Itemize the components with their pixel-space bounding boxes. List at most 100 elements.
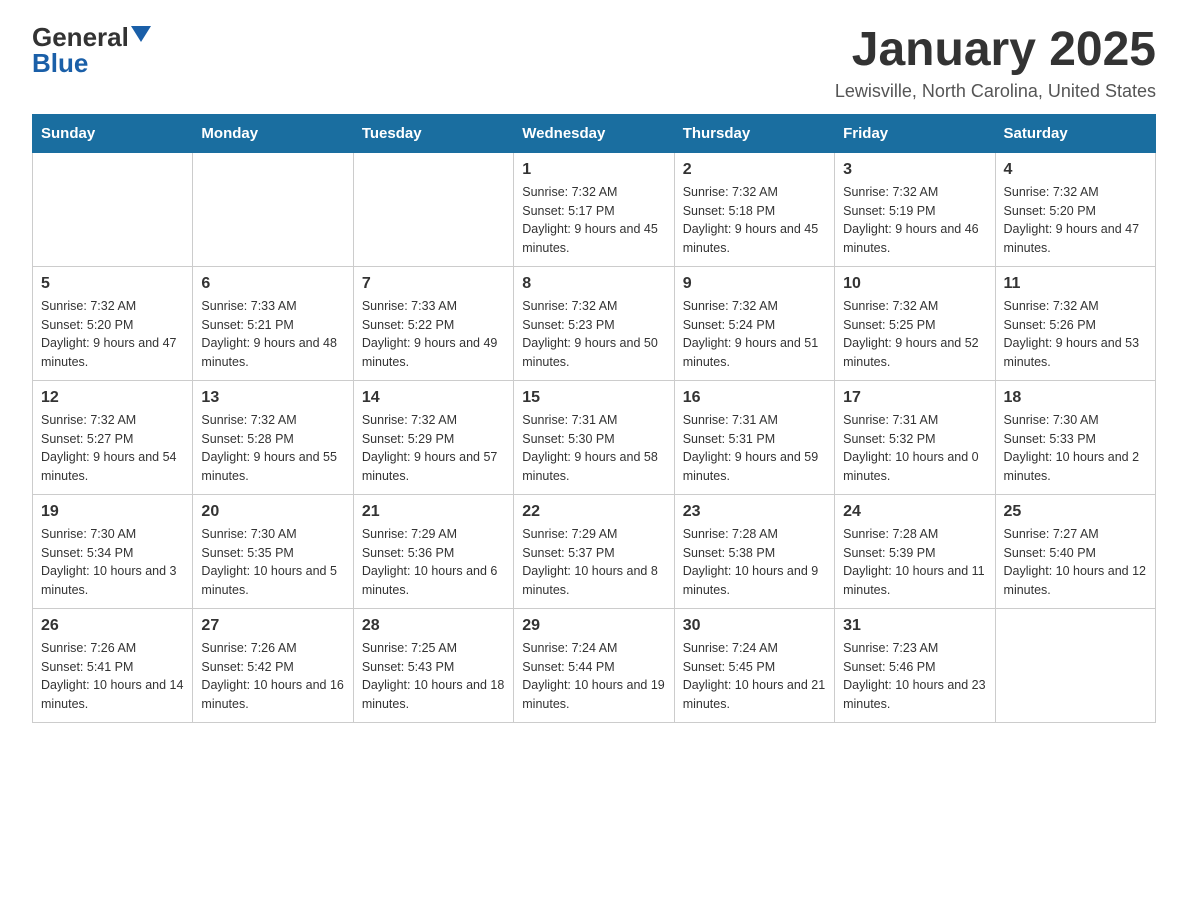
- calendar-week-1: 1 Sunrise: 7:32 AMSunset: 5:17 PMDaylight…: [33, 152, 1156, 266]
- day-info: Sunrise: 7:27 AMSunset: 5:40 PMDaylight:…: [1004, 525, 1147, 600]
- day-number: 1: [522, 161, 665, 179]
- calendar-cell: 25 Sunrise: 7:27 AMSunset: 5:40 PMDayligh…: [995, 494, 1155, 608]
- calendar-cell: 26Sunrise: 7:26 AMSunset: 5:41 PMDayligh…: [33, 608, 193, 722]
- day-info: Sunrise: 7:32 AMSunset: 5:18 PMDaylight:…: [683, 183, 826, 258]
- calendar-header: SundayMondayTuesdayWednesdayThursdayFrid…: [33, 114, 1156, 152]
- day-number: 17: [843, 389, 986, 407]
- day-info: Sunrise: 7:25 AMSunset: 5:43 PMDaylight:…: [362, 639, 505, 714]
- calendar-week-4: 19 Sunrise: 7:30 AMSunset: 5:34 PMDayligh…: [33, 494, 1156, 608]
- day-number: 31: [843, 617, 986, 635]
- logo-triangle-icon: [131, 26, 151, 42]
- day-number: 11: [1004, 275, 1147, 293]
- day-info: Sunrise: 7:32 AMSunset: 5:20 PMDaylight:…: [41, 297, 184, 372]
- logo-blue-text: Blue: [32, 48, 88, 78]
- day-info: Sunrise: 7:32 AMSunset: 5:19 PMDaylight:…: [843, 183, 986, 258]
- calendar-cell: 30Sunrise: 7:24 AMSunset: 5:45 PMDayligh…: [674, 608, 834, 722]
- day-info: Sunrise: 7:28 AMSunset: 5:38 PMDaylight:…: [683, 525, 826, 600]
- day-number: 25: [1004, 503, 1147, 521]
- day-info: Sunrise: 7:24 AMSunset: 5:44 PMDaylight:…: [522, 639, 665, 714]
- day-info: Sunrise: 7:32 AMSunset: 5:29 PMDaylight:…: [362, 411, 505, 486]
- day-number: 7: [362, 275, 505, 293]
- day-number: 19: [41, 503, 184, 521]
- day-number: 23: [683, 503, 826, 521]
- calendar-cell: 15 Sunrise: 7:31 AMSunset: 5:30 PMDayligh…: [514, 380, 674, 494]
- day-info: Sunrise: 7:32 AMSunset: 5:26 PMDaylight:…: [1004, 297, 1147, 372]
- day-number: 16: [683, 389, 826, 407]
- weekday-header-wednesday: Wednesday: [514, 114, 674, 152]
- calendar-cell: 18Sunrise: 7:30 AMSunset: 5:33 PMDayligh…: [995, 380, 1155, 494]
- weekday-header-thursday: Thursday: [674, 114, 834, 152]
- calendar-cell: 3 Sunrise: 7:32 AMSunset: 5:19 PMDaylight…: [835, 152, 995, 266]
- day-number: 27: [201, 617, 344, 635]
- calendar-cell: 11 Sunrise: 7:32 AMSunset: 5:26 PMDayligh…: [995, 266, 1155, 380]
- day-number: 24: [843, 503, 986, 521]
- day-info: Sunrise: 7:28 AMSunset: 5:39 PMDaylight:…: [843, 525, 986, 600]
- day-info: Sunrise: 7:23 AMSunset: 5:46 PMDaylight:…: [843, 639, 986, 714]
- day-info: Sunrise: 7:32 AMSunset: 5:24 PMDaylight:…: [683, 297, 826, 372]
- calendar-cell: 20Sunrise: 7:30 AMSunset: 5:35 PMDayligh…: [193, 494, 353, 608]
- calendar-cell: [33, 152, 193, 266]
- weekday-header-tuesday: Tuesday: [353, 114, 513, 152]
- page-header: General Blue January 2025 Lewisville, No…: [32, 24, 1156, 102]
- calendar-table: SundayMondayTuesdayWednesdayThursdayFrid…: [32, 114, 1156, 723]
- day-info: Sunrise: 7:26 AMSunset: 5:42 PMDaylight:…: [201, 639, 344, 714]
- logo: General Blue: [32, 24, 151, 76]
- day-info: Sunrise: 7:30 AMSunset: 5:33 PMDaylight:…: [1004, 411, 1147, 486]
- calendar-cell: 7 Sunrise: 7:33 AMSunset: 5:22 PMDaylight…: [353, 266, 513, 380]
- calendar-cell: 12 Sunrise: 7:32 AMSunset: 5:27 PMDayligh…: [33, 380, 193, 494]
- day-info: Sunrise: 7:30 AMSunset: 5:34 PMDaylight:…: [41, 525, 184, 600]
- day-number: 10: [843, 275, 986, 293]
- calendar-cell: 6 Sunrise: 7:33 AMSunset: 5:21 PMDaylight…: [193, 266, 353, 380]
- calendar-cell: [995, 608, 1155, 722]
- weekday-header-saturday: Saturday: [995, 114, 1155, 152]
- calendar-cell: 10Sunrise: 7:32 AMSunset: 5:25 PMDayligh…: [835, 266, 995, 380]
- day-info: Sunrise: 7:24 AMSunset: 5:45 PMDaylight:…: [683, 639, 826, 714]
- day-number: 6: [201, 275, 344, 293]
- calendar-cell: 2Sunrise: 7:32 AMSunset: 5:18 PMDaylight…: [674, 152, 834, 266]
- calendar-cell: 31 Sunrise: 7:23 AMSunset: 5:46 PMDayligh…: [835, 608, 995, 722]
- calendar-cell: 5Sunrise: 7:32 AMSunset: 5:20 PMDaylight…: [33, 266, 193, 380]
- title-block: January 2025 Lewisville, North Carolina,…: [835, 24, 1156, 102]
- day-info: Sunrise: 7:32 AMSunset: 5:17 PMDaylight:…: [522, 183, 665, 258]
- day-number: 8: [522, 275, 665, 293]
- calendar-cell: [193, 152, 353, 266]
- day-number: 12: [41, 389, 184, 407]
- day-info: Sunrise: 7:31 AMSunset: 5:31 PMDaylight:…: [683, 411, 826, 486]
- day-number: 14: [362, 389, 505, 407]
- day-number: 15: [522, 389, 665, 407]
- calendar-cell: 14 Sunrise: 7:32 AMSunset: 5:29 PMDayligh…: [353, 380, 513, 494]
- day-info: Sunrise: 7:33 AMSunset: 5:22 PMDaylight:…: [362, 297, 505, 372]
- calendar-cell: 9Sunrise: 7:32 AMSunset: 5:24 PMDaylight…: [674, 266, 834, 380]
- calendar-cell: 21Sunrise: 7:29 AMSunset: 5:36 PMDayligh…: [353, 494, 513, 608]
- weekday-header-monday: Monday: [193, 114, 353, 152]
- day-info: Sunrise: 7:26 AMSunset: 5:41 PMDaylight:…: [41, 639, 184, 714]
- day-number: 21: [362, 503, 505, 521]
- calendar-cell: 22Sunrise: 7:29 AMSunset: 5:37 PMDayligh…: [514, 494, 674, 608]
- day-info: Sunrise: 7:31 AMSunset: 5:30 PMDaylight:…: [522, 411, 665, 486]
- calendar-week-3: 12 Sunrise: 7:32 AMSunset: 5:27 PMDayligh…: [33, 380, 1156, 494]
- calendar-cell: 17 Sunrise: 7:31 AMSunset: 5:32 PMDayligh…: [835, 380, 995, 494]
- subtitle: Lewisville, North Carolina, United State…: [835, 81, 1156, 102]
- day-number: 29: [522, 617, 665, 635]
- calendar-cell: 29 Sunrise: 7:24 AMSunset: 5:44 PMDayligh…: [514, 608, 674, 722]
- day-info: Sunrise: 7:32 AMSunset: 5:28 PMDaylight:…: [201, 411, 344, 486]
- calendar-body: 1 Sunrise: 7:32 AMSunset: 5:17 PMDaylight…: [33, 152, 1156, 722]
- day-info: Sunrise: 7:32 AMSunset: 5:23 PMDaylight:…: [522, 297, 665, 372]
- calendar-cell: 28Sunrise: 7:25 AMSunset: 5:43 PMDayligh…: [353, 608, 513, 722]
- day-info: Sunrise: 7:33 AMSunset: 5:21 PMDaylight:…: [201, 297, 344, 372]
- calendar-cell: [353, 152, 513, 266]
- calendar-week-2: 5Sunrise: 7:32 AMSunset: 5:20 PMDaylight…: [33, 266, 1156, 380]
- day-info: Sunrise: 7:32 AMSunset: 5:27 PMDaylight:…: [41, 411, 184, 486]
- day-number: 13: [201, 389, 344, 407]
- calendar-cell: 4Sunrise: 7:32 AMSunset: 5:20 PMDaylight…: [995, 152, 1155, 266]
- day-info: Sunrise: 7:29 AMSunset: 5:37 PMDaylight:…: [522, 525, 665, 600]
- day-number: 3: [843, 161, 986, 179]
- day-info: Sunrise: 7:31 AMSunset: 5:32 PMDaylight:…: [843, 411, 986, 486]
- calendar-cell: 27 Sunrise: 7:26 AMSunset: 5:42 PMDayligh…: [193, 608, 353, 722]
- calendar-week-5: 26Sunrise: 7:26 AMSunset: 5:41 PMDayligh…: [33, 608, 1156, 722]
- weekday-header-friday: Friday: [835, 114, 995, 152]
- day-number: 20: [201, 503, 344, 521]
- calendar-cell: 23 Sunrise: 7:28 AMSunset: 5:38 PMDayligh…: [674, 494, 834, 608]
- main-title: January 2025: [835, 24, 1156, 77]
- weekday-header-sunday: Sunday: [33, 114, 193, 152]
